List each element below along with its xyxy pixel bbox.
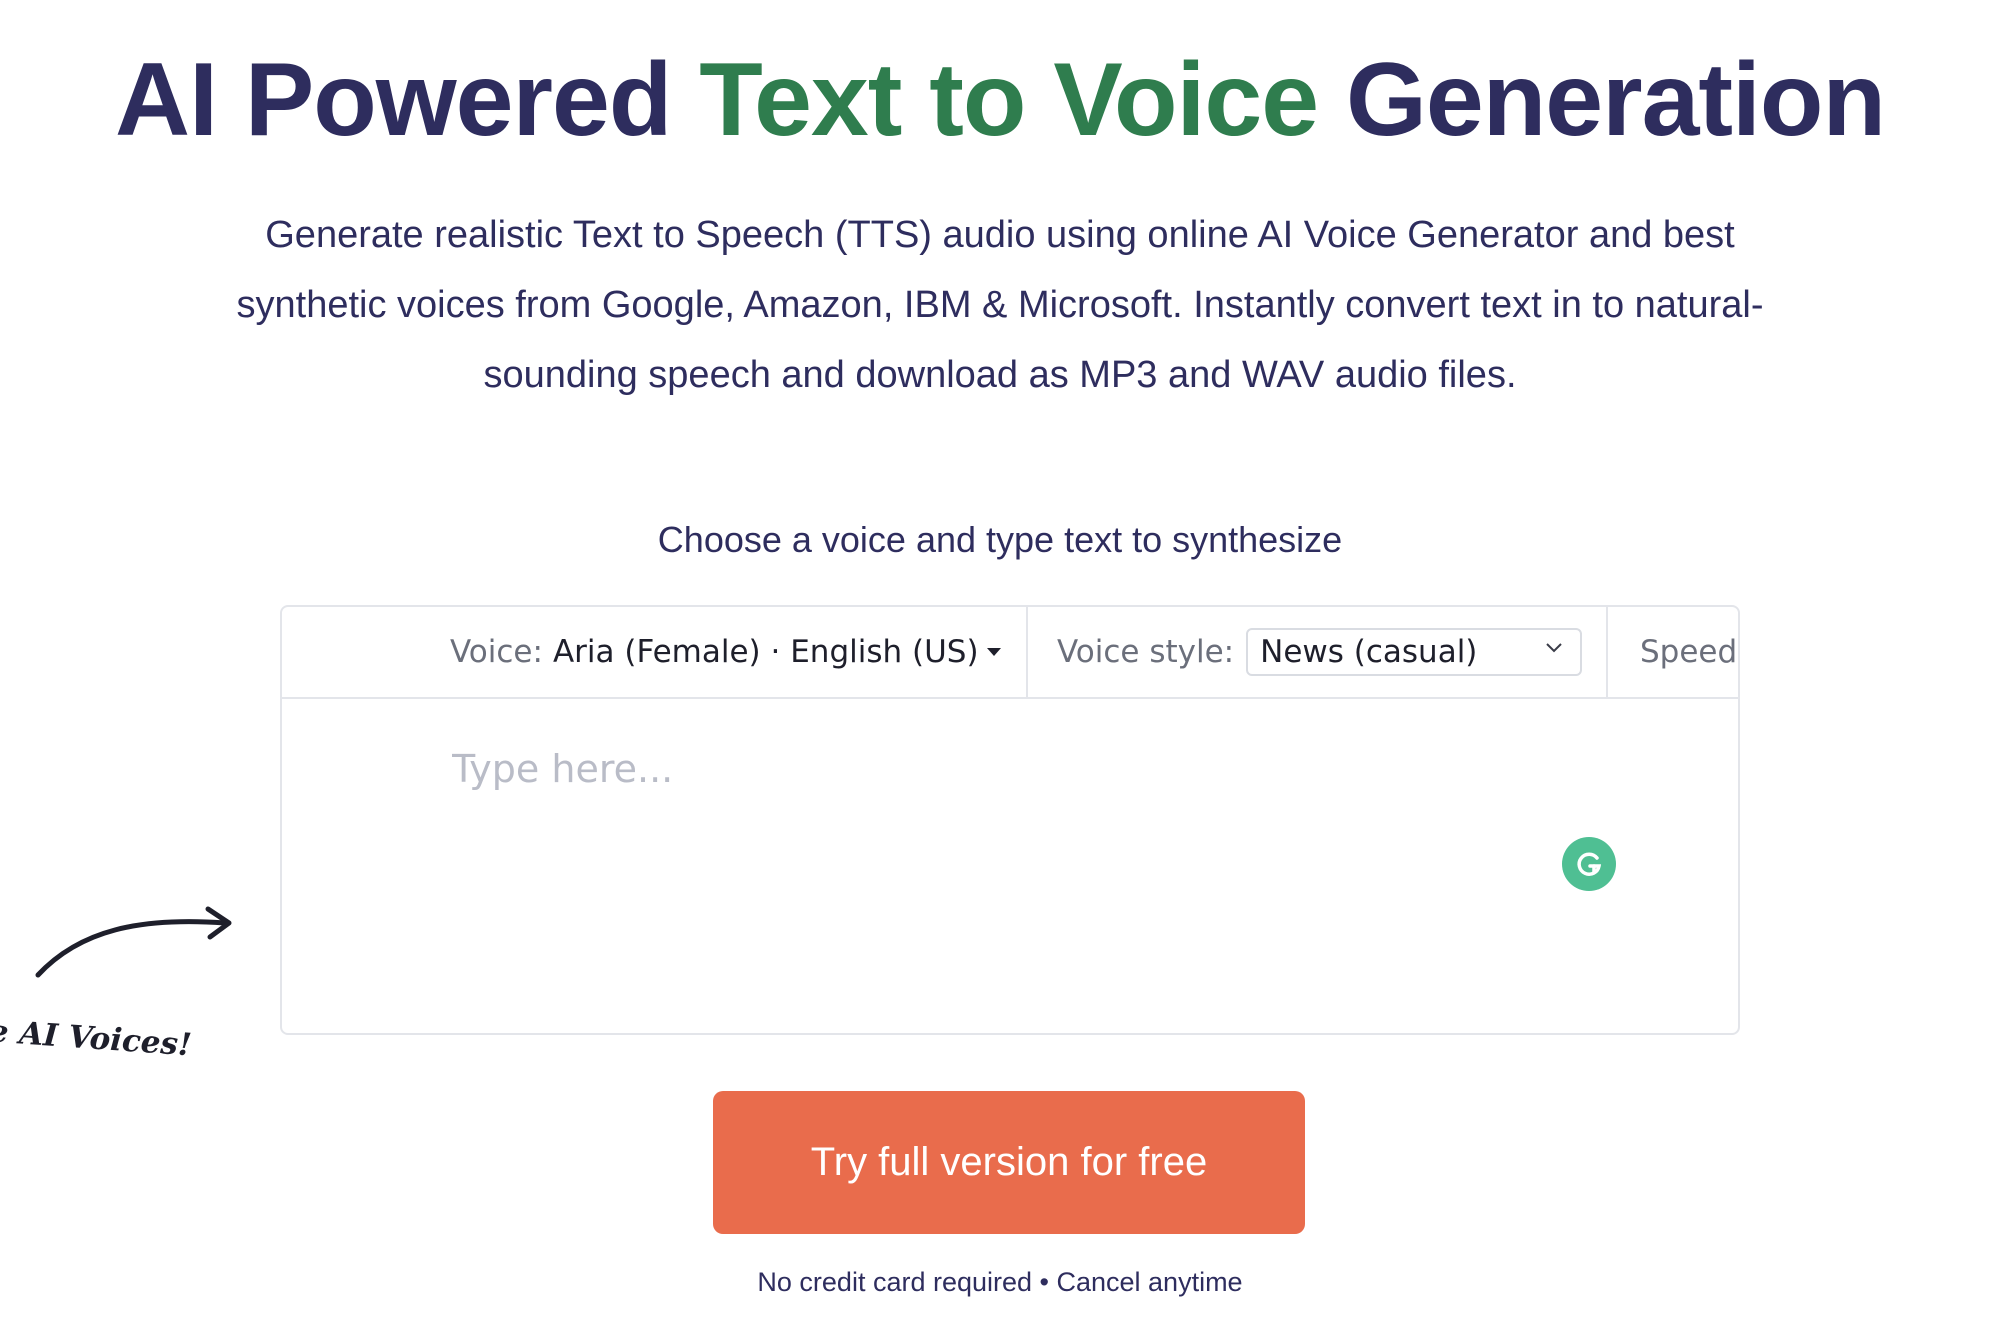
toolbar-divider <box>1606 607 1608 697</box>
voice-style-label: Voice style: <box>1057 634 1235 670</box>
speed-label: Speed: <box>1640 634 1740 670</box>
tts-widget: Voice: Aria (Female) · English (US) Voic… <box>280 605 1740 1035</box>
chevron-down-icon <box>1546 643 1562 653</box>
text-input[interactable] <box>452 747 1652 947</box>
page-description: Generate realistic Text to Speech (TTS) … <box>236 214 1764 396</box>
curved-arrow-icon <box>35 906 232 978</box>
title-part-2: Generation <box>1318 42 1886 158</box>
voice-style-group: Voice style: News (casual) <box>1057 607 1583 697</box>
grammarly-g-glyph <box>1577 852 1602 876</box>
voice-label: Voice: <box>450 634 543 670</box>
side-note: ce AI Voices! <box>0 1012 193 1064</box>
voice-style-value: News (casual) <box>1260 634 1478 670</box>
title-highlight: Text to Voice <box>699 42 1319 158</box>
try-full-version-button[interactable]: Try full version for free <box>713 1091 1305 1234</box>
voice-style-select[interactable]: News (casual) <box>1246 628 1583 676</box>
voice-value[interactable]: Aria (Female) · English (US) <box>553 634 979 670</box>
page-title: AI Powered Text to Voice Generation <box>0 40 2000 160</box>
caret-down-icon[interactable] <box>986 648 1001 656</box>
grammarly-icon[interactable] <box>1562 837 1616 891</box>
cta-note: No credit card required • Cancel anytime <box>757 1267 1243 1297</box>
voice-selector[interactable]: Voice: Aria (Female) · English (US) <box>450 607 1001 697</box>
speed-control[interactable]: Speed: <box>1640 607 1740 697</box>
widget-prompt: Choose a voice and type text to synthesi… <box>657 519 1343 560</box>
widget-toolbar: Voice: Aria (Female) · English (US) Voic… <box>282 607 1738 699</box>
toolbar-divider <box>1026 607 1028 697</box>
title-part-1: AI Powered <box>115 42 700 158</box>
